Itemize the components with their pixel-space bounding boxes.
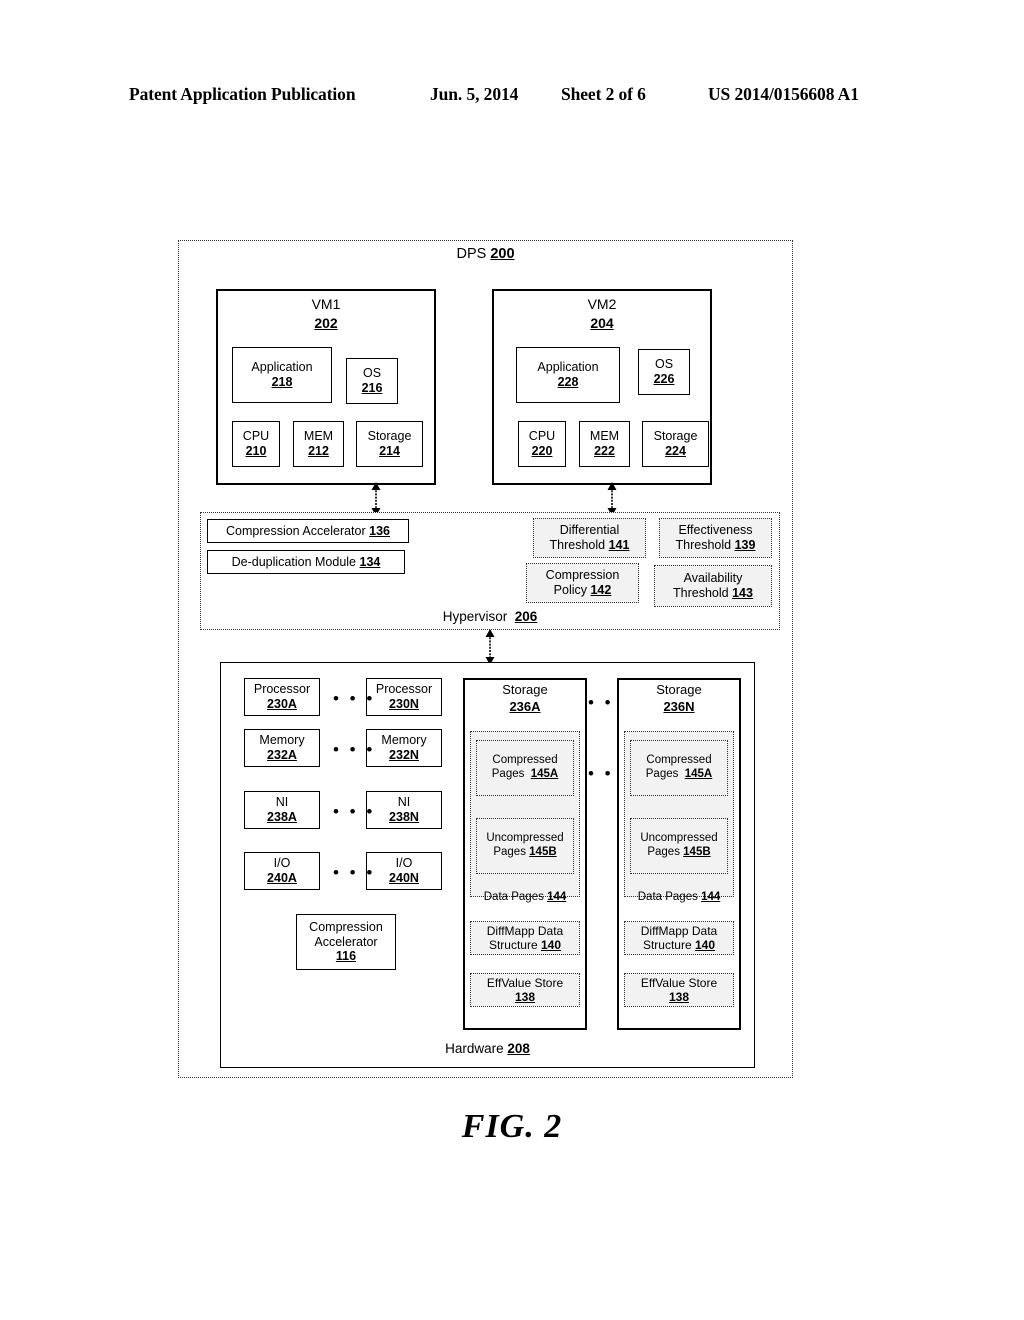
vm2-storage-box: Storage 224 (642, 421, 709, 467)
storage-236n-diffmapp-box: DiffMapp Data Structure 140 (624, 921, 734, 955)
vm1-title: VM1 202 (311, 296, 341, 331)
vm1-mem-box: MEM 212 (293, 421, 344, 467)
ellipsis-processor: • • • (333, 689, 376, 708)
storage-236n-uncompressed-pages-box: Uncompressed Pages 145B (630, 818, 728, 874)
vm2-cpu-box: CPU 220 (518, 421, 566, 467)
io-240a-box: I/O 240A (244, 852, 320, 890)
sheet-number: Sheet 2 of 6 (561, 84, 646, 104)
publication-date: Jun. 5, 2014 (430, 84, 519, 104)
ellipsis-io: • • • (333, 863, 376, 882)
storage-236a-compressed-pages-box: Compressed Pages 145A (476, 740, 574, 796)
dps-title: DPS 200 (456, 246, 515, 262)
ellipsis-ni: • • • (333, 802, 376, 821)
ni-238a-box: NI 238A (244, 791, 320, 829)
storage-236n-effvalue-store-box: EffValue Store 138 (624, 973, 734, 1007)
vm2-os-box: OS 226 (638, 349, 690, 395)
io-240n-box: I/O 240N (366, 852, 442, 890)
hardware-title: Hardware 208 (445, 1041, 530, 1056)
effectiveness-threshold-box: Effectiveness Threshold 139 (659, 518, 772, 558)
publication-header: Patent Application Publication Jun. 5, 2… (0, 84, 1024, 110)
hardware-compression-accelerator-box: Compression Accelerator 116 (296, 914, 396, 970)
hypervisor-deduplication-module-box: De-duplication Module 134 (207, 550, 405, 574)
storage-236a-uncompressed-pages-box: Uncompressed Pages 145B (476, 818, 574, 874)
availability-threshold-box: Availability Threshold 143 (654, 565, 772, 607)
processor-230a-box: Processor 230A (244, 678, 320, 716)
storage-236a-title: Storage 236A (502, 682, 548, 714)
ni-238n-box: NI 238N (366, 791, 442, 829)
memory-232a-box: Memory 232A (244, 729, 320, 767)
differential-threshold-box: Differential Threshold 141 (533, 518, 646, 558)
vm2-title: VM2 204 (587, 296, 617, 331)
hypervisor-compression-accelerator-box: Compression Accelerator 136 (207, 519, 409, 543)
vm2-application-box: Application 228 (516, 347, 620, 403)
figure-caption: FIG. 2 (461, 1108, 563, 1145)
storage-236n-data-pages-label: Data Pages 144 (637, 891, 721, 903)
vm1-os-box: OS 216 (346, 358, 398, 404)
hypervisor-hardware-arrow (485, 629, 495, 665)
vm1-storage-box: Storage 214 (356, 421, 423, 467)
storage-236a-data-pages-label: Data Pages 144 (483, 891, 567, 903)
storage-236a-diffmapp-box: DiffMapp Data Structure 140 (470, 921, 580, 955)
vm1-hypervisor-arrow (371, 482, 381, 516)
storage-236a-effvalue-store-box: EffValue Store 138 (470, 973, 580, 1007)
publication-title: Patent Application Publication (129, 84, 356, 104)
vm1-cpu-box: CPU 210 (232, 421, 280, 467)
compression-policy-box: Compression Policy 142 (526, 563, 639, 603)
memory-232n-box: Memory 232N (366, 729, 442, 767)
storage-236n-compressed-pages-box: Compressed Pages 145A (630, 740, 728, 796)
hypervisor-title: Hypervisor 206 (442, 609, 538, 624)
processor-230n-box: Processor 230N (366, 678, 442, 716)
vm1-application-box: Application 218 (232, 347, 332, 403)
vm2-hypervisor-arrow (607, 482, 617, 516)
storage-236n-title: Storage 236N (656, 682, 702, 714)
vm2-mem-box: MEM 222 (579, 421, 630, 467)
ellipsis-memory: • • • (333, 740, 376, 759)
publication-number: US 2014/0156608 A1 (708, 84, 859, 104)
